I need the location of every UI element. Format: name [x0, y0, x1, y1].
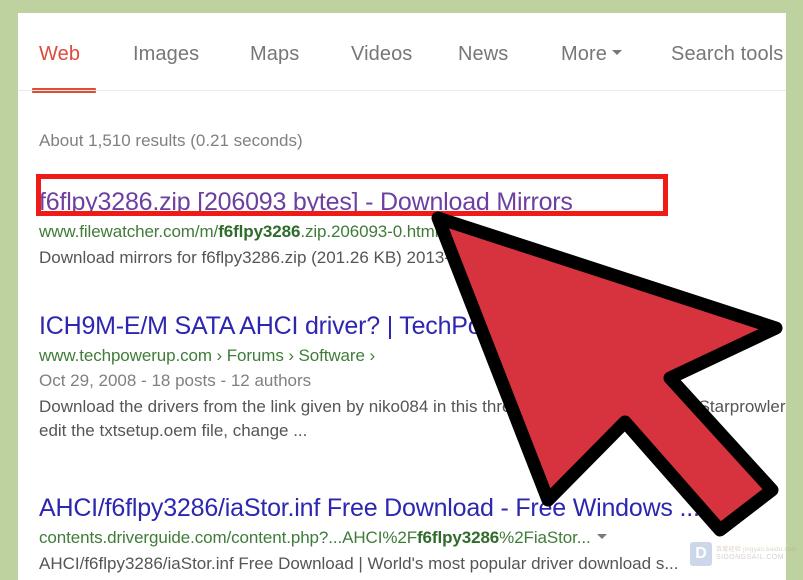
nav-tab-web-label: Web — [39, 43, 81, 65]
search-result-2: ICH9M-E/M SATA AHCI driver? | TechPowerU… — [39, 312, 786, 443]
result-1-title-link[interactable]: f6flpy3286.zip [206093 bytes] - Download… — [39, 188, 786, 217]
frame-border-right — [786, 0, 803, 580]
nav-tab-search-tools-label: Search tools — [671, 43, 784, 65]
result-2-meta: Oct 29, 2008 - 18 posts - 12 authors — [39, 370, 312, 390]
nav-tab-maps-label: Maps — [250, 43, 300, 65]
result-stats: About 1,510 results (0.21 seconds) — [39, 131, 303, 150]
nav-tab-images-label: Images — [133, 43, 200, 65]
result-2-snippet: Download the drivers from the link given… — [39, 396, 786, 440]
nav-tab-more[interactable]: More — [561, 44, 622, 64]
result-3-snippet: AHCI/f6flpy3286/iaStor.inf Free Download… — [39, 553, 679, 573]
search-nav-bar: Web Images Maps Videos News More Search … — [18, 13, 786, 93]
nav-tab-web[interactable]: Web — [39, 44, 80, 64]
result-2-url-prefix: www.techpowerup.com › Forums › Software … — [39, 345, 375, 365]
url-dropdown-caret-icon[interactable] — [596, 533, 607, 539]
search-result-1: f6flpy3286.zip [206093 bytes] - Download… — [39, 188, 786, 270]
frame-border-left — [0, 0, 18, 580]
search-results-page: Web Images Maps Videos News More Search … — [18, 13, 786, 580]
nav-divider — [18, 90, 786, 91]
nav-tab-news-label: News — [458, 43, 509, 65]
frame-border-top — [0, 0, 803, 13]
result-1-snippet: Download mirrors for f6flpy3286.zip (201… — [39, 247, 513, 267]
watermark: D 百度经验 jingyan.baidu.com SIDONGSAIL.COM — [690, 542, 796, 572]
nav-tab-videos-label: Videos — [351, 43, 413, 65]
result-1-url-suffix: .zip.206093-0.html — [300, 221, 439, 241]
nav-tab-search-tools[interactable]: Search tools — [671, 44, 783, 64]
result-1-url-prefix: www.filewatcher.com/m/ — [39, 221, 219, 241]
nav-tab-maps[interactable]: Maps — [250, 44, 299, 64]
result-1-url-bold: f6flpy3286 — [218, 221, 301, 241]
nav-tab-more-label: More — [561, 43, 607, 65]
result-2-url[interactable]: www.techpowerup.com › Forums › Software … — [39, 346, 786, 366]
watermark-line-bottom: SIDONGSAIL.COM — [716, 554, 785, 561]
screenshot-root: Web Images Maps Videos News More Search … — [0, 0, 803, 580]
search-result-3: AHCI/f6flpy3286/iaStor.inf Free Download… — [39, 494, 786, 576]
result-3-url[interactable]: contents.driverguide.com/content.php?...… — [39, 528, 786, 548]
result-3-url-prefix: contents.driverguide.com/content.php?...… — [39, 527, 417, 547]
chevron-down-icon — [611, 50, 622, 56]
result-3-url-suffix: %2FiaStor... — [499, 527, 591, 547]
nav-tab-news[interactable]: News — [458, 44, 508, 64]
result-2-title-link[interactable]: ICH9M-E/M SATA AHCI driver? | TechPowerU… — [39, 312, 786, 341]
nav-tab-images[interactable]: Images — [133, 44, 199, 64]
watermark-line-top: 百度经验 jingyan.baidu.com — [716, 547, 797, 553]
result-3-title-link[interactable]: AHCI/f6flpy3286/iaStor.inf Free Download… — [39, 494, 786, 523]
result-3-url-bold: f6flpy3286 — [417, 527, 500, 547]
result-1-url[interactable]: www.filewatcher.com/m/f6flpy3286.zip.206… — [39, 222, 786, 242]
nav-tab-videos[interactable]: Videos — [351, 44, 412, 64]
url-dropdown-caret-icon[interactable] — [444, 227, 455, 233]
watermark-badge-icon: D — [690, 542, 712, 566]
